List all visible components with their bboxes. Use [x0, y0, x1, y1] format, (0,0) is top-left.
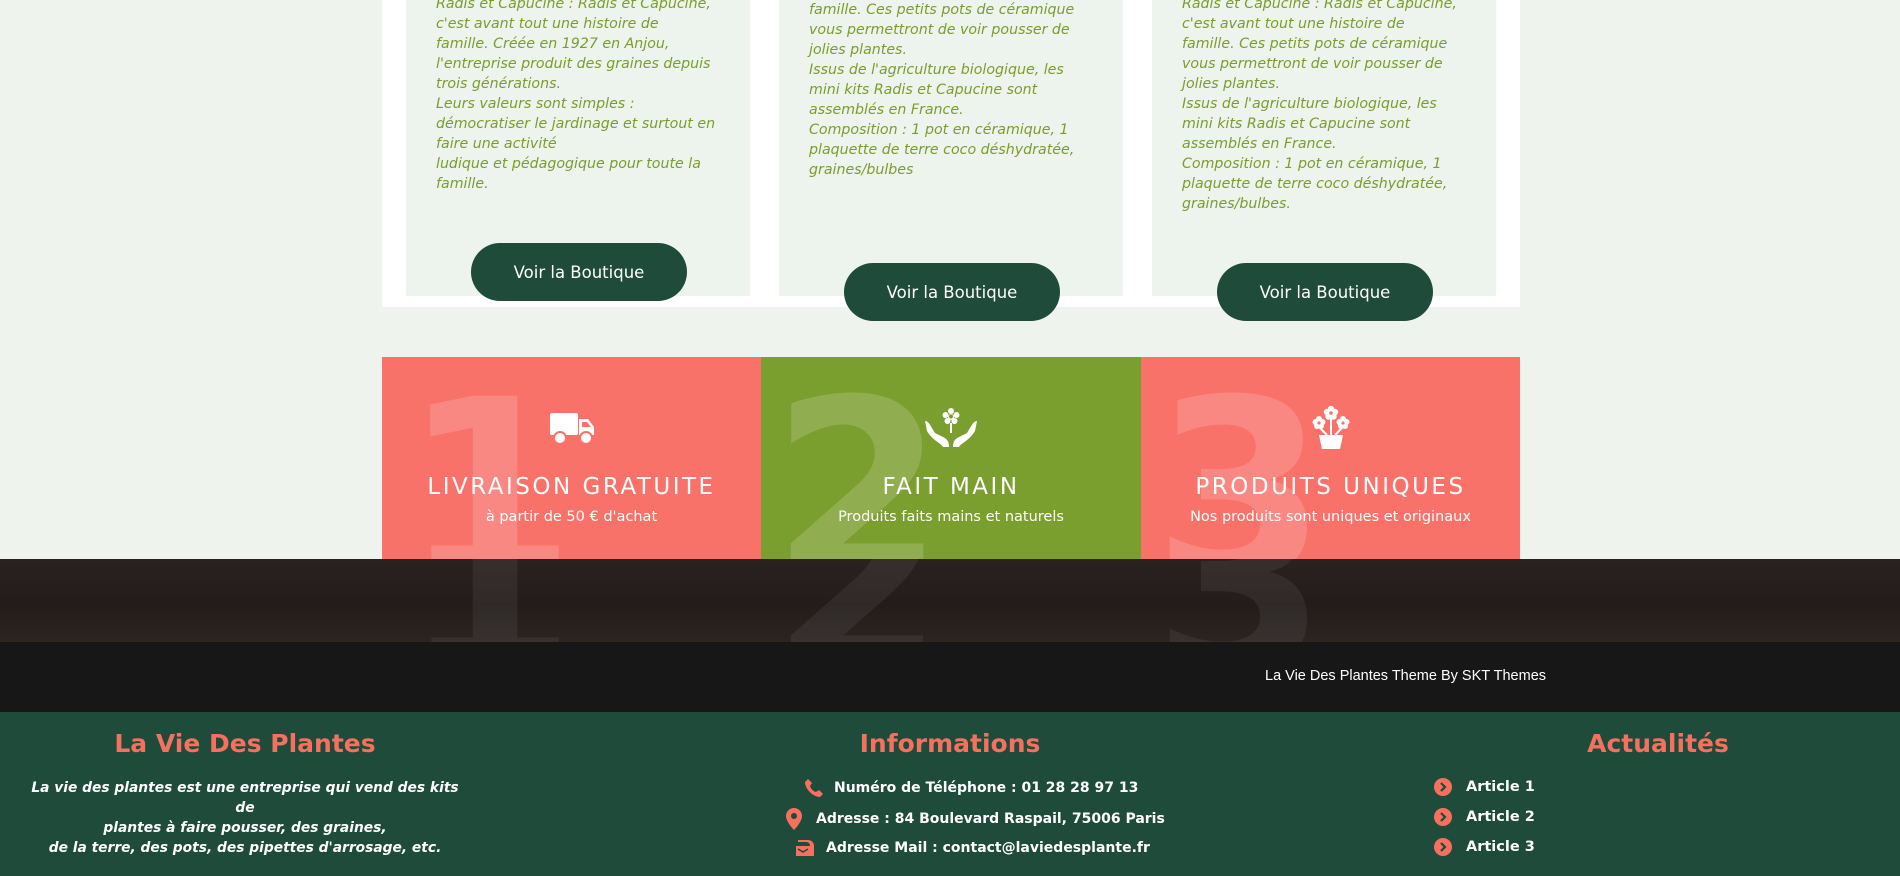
feature-number: 2 — [771, 357, 945, 560]
card-text-line: famille. Ces petits pots de céramique — [809, 2, 1075, 18]
email-text[interactable]: Adresse Mail : contact@laviedesplante.fr — [826, 840, 1150, 856]
feature-number: 3 — [1153, 357, 1327, 560]
card-text-line: famille. Ces petits pots de céramique — [1182, 36, 1448, 52]
card-text-line: jolies plantes. — [1182, 76, 1280, 92]
footer-email: Adresse Mail : contact@laviedesplante.fr — [794, 838, 1150, 858]
about-line: de la terre, des pots, des pipettes d'ar… — [48, 840, 442, 856]
card-text-line: vous permettront de voir pousser de — [809, 22, 1070, 38]
map-marker-icon — [786, 808, 802, 830]
about-line: plantes à faire pousser, des graines, — [103, 820, 387, 836]
card-text-line: Composition : 1 pot en céramique, 1 — [1182, 156, 1442, 172]
card-text-line: graines/bulbes — [809, 162, 914, 178]
product-card-description: famille. Ces petits pots de céramique vo… — [809, 0, 1104, 180]
feature-number: 1 — [402, 357, 576, 560]
site-footer: La Vie Des Plantes La vie des plantes es… — [0, 712, 1900, 876]
footer-news-item[interactable]: Article 1 — [1434, 778, 1535, 796]
background-image-strip: 1 2 3 — [0, 559, 1900, 642]
footer-news-title: Actualités — [1587, 729, 1729, 758]
card-text-line: c'est avant tout une histoire de — [436, 16, 659, 32]
feature-title: PRODUITS UNIQUES — [1195, 474, 1466, 500]
shop-button-2[interactable]: Voir la Boutique — [844, 263, 1060, 321]
theme-credit-link[interactable]: La Vie Des Plantes Theme By SKT Themes — [1265, 668, 1546, 684]
card-text-line: Issus de l'agriculture biologique, les — [809, 62, 1064, 78]
product-cards-section: Radis et Capucine : Radis et Capucine, c… — [382, 0, 1520, 321]
theme-credit-bar: La Vie Des Plantes Theme By SKT Themes — [0, 642, 1900, 712]
news-item-label[interactable]: Article 2 — [1466, 809, 1535, 825]
feature-subtitle: Nos produits sont uniques et originaux — [1190, 509, 1471, 525]
product-card-2: famille. Ces petits pots de céramique vo… — [779, 0, 1123, 296]
card-text-line: Issus de l'agriculture biologique, les — [1182, 96, 1437, 112]
footer-news-item[interactable]: Article 2 — [1434, 808, 1535, 826]
card-text-line: plaquette de terre coco déshydratée, — [809, 142, 1075, 158]
card-text-line: mini kits Radis et Capucine sont — [1182, 116, 1411, 132]
footer-about-text: La vie des plantes est une entreprise qu… — [20, 778, 470, 858]
chevron-right-icon — [1434, 778, 1452, 796]
footer-news-item[interactable]: Article 3 — [1434, 838, 1535, 856]
feature-number-overflow: 2 — [771, 559, 945, 642]
phone-text[interactable]: Numéro de Téléphone : 01 28 28 97 13 — [834, 780, 1138, 796]
news-item-label[interactable]: Article 1 — [1466, 779, 1535, 795]
card-text-line: famille. — [436, 176, 489, 192]
feature-unique-products: 3 PRODUITS UNIQUES Nos produits sont uni… — [1141, 357, 1520, 559]
feature-free-delivery: 1 LIVRAISON GRATUITE à partir de 50 € d'… — [382, 357, 761, 559]
chevron-right-icon — [1434, 838, 1452, 856]
card-text-line: ludique et pédagogique pour toute la — [436, 156, 701, 172]
shop-button-1[interactable]: Voir la Boutique — [471, 243, 687, 301]
feature-title: LIVRAISON GRATUITE — [427, 474, 716, 500]
shop-button-3[interactable]: Voir la Boutique — [1217, 263, 1433, 321]
card-text-line: l'entreprise produit des graines depuis — [436, 56, 711, 72]
product-card-description: Radis et Capucine : Radis et Capucine, c… — [436, 0, 731, 194]
card-text-line: Radis et Capucine : Radis et Capucine, — [1182, 0, 1457, 12]
card-text-line: faire une activité — [436, 136, 557, 152]
phone-icon — [805, 779, 823, 797]
card-text-line: c'est avant tout une histoire de — [1182, 16, 1405, 32]
chevron-right-icon — [1434, 808, 1452, 826]
card-text-line: démocratiser le jardinage et surtout en — [436, 116, 716, 132]
footer-address: Adresse : 84 Boulevard Raspail, 75006 Pa… — [786, 808, 1165, 830]
product-card-3: Radis et Capucine : Radis et Capucine, c… — [1152, 0, 1496, 296]
flower-pot-icon — [1312, 405, 1349, 449]
product-card-description: Radis et Capucine : Radis et Capucine, c… — [1182, 0, 1477, 214]
card-text-line: Radis et Capucine : Radis et Capucine, — [436, 0, 711, 12]
card-text-line: Composition : 1 pot en céramique, 1 — [809, 122, 1069, 138]
card-text-line: plaquette de terre coco déshydratée, — [1182, 176, 1448, 192]
feature-number-overflow: 3 — [1153, 559, 1327, 642]
about-line: La vie des plantes est une entreprise qu… — [31, 780, 459, 816]
feature-title: FAIT MAIN — [882, 474, 1020, 500]
footer-phone: Numéro de Téléphone : 01 28 28 97 13 — [804, 778, 1138, 798]
hands-flower-icon — [925, 408, 977, 447]
news-item-label[interactable]: Article 3 — [1466, 839, 1535, 855]
truck-icon — [549, 413, 594, 445]
card-text-line: Leurs valeurs sont simples : — [436, 96, 635, 112]
mailbox-icon — [796, 840, 814, 856]
feature-subtitle: Produits faits mains et naturels — [838, 509, 1064, 525]
feature-number-overflow: 1 — [402, 559, 576, 642]
feature-handmade: 2 FAIT MAIN Produits faits mains et natu… — [761, 357, 1141, 559]
address-text: Adresse : 84 Boulevard Raspail, 75006 Pa… — [816, 811, 1165, 827]
card-text-line: famille. Créée en 1927 en Anjou, — [436, 36, 670, 52]
card-text-line: trois générations. — [436, 76, 561, 92]
feature-subtitle: à partir de 50 € d'achat — [485, 509, 658, 525]
card-text-line: vous permettront de voir pousser de — [1182, 56, 1443, 72]
card-text-line: graines/bulbes. — [1182, 196, 1291, 212]
footer-info-title: Informations — [859, 729, 1041, 758]
card-text-line: jolies plantes. — [809, 42, 907, 58]
footer-about-title: La Vie Des Plantes — [114, 729, 376, 758]
card-text-line: mini kits Radis et Capucine sont — [809, 82, 1038, 98]
card-text-line: assemblés en France. — [809, 102, 964, 118]
card-text-line: assemblés en France. — [1182, 136, 1337, 152]
